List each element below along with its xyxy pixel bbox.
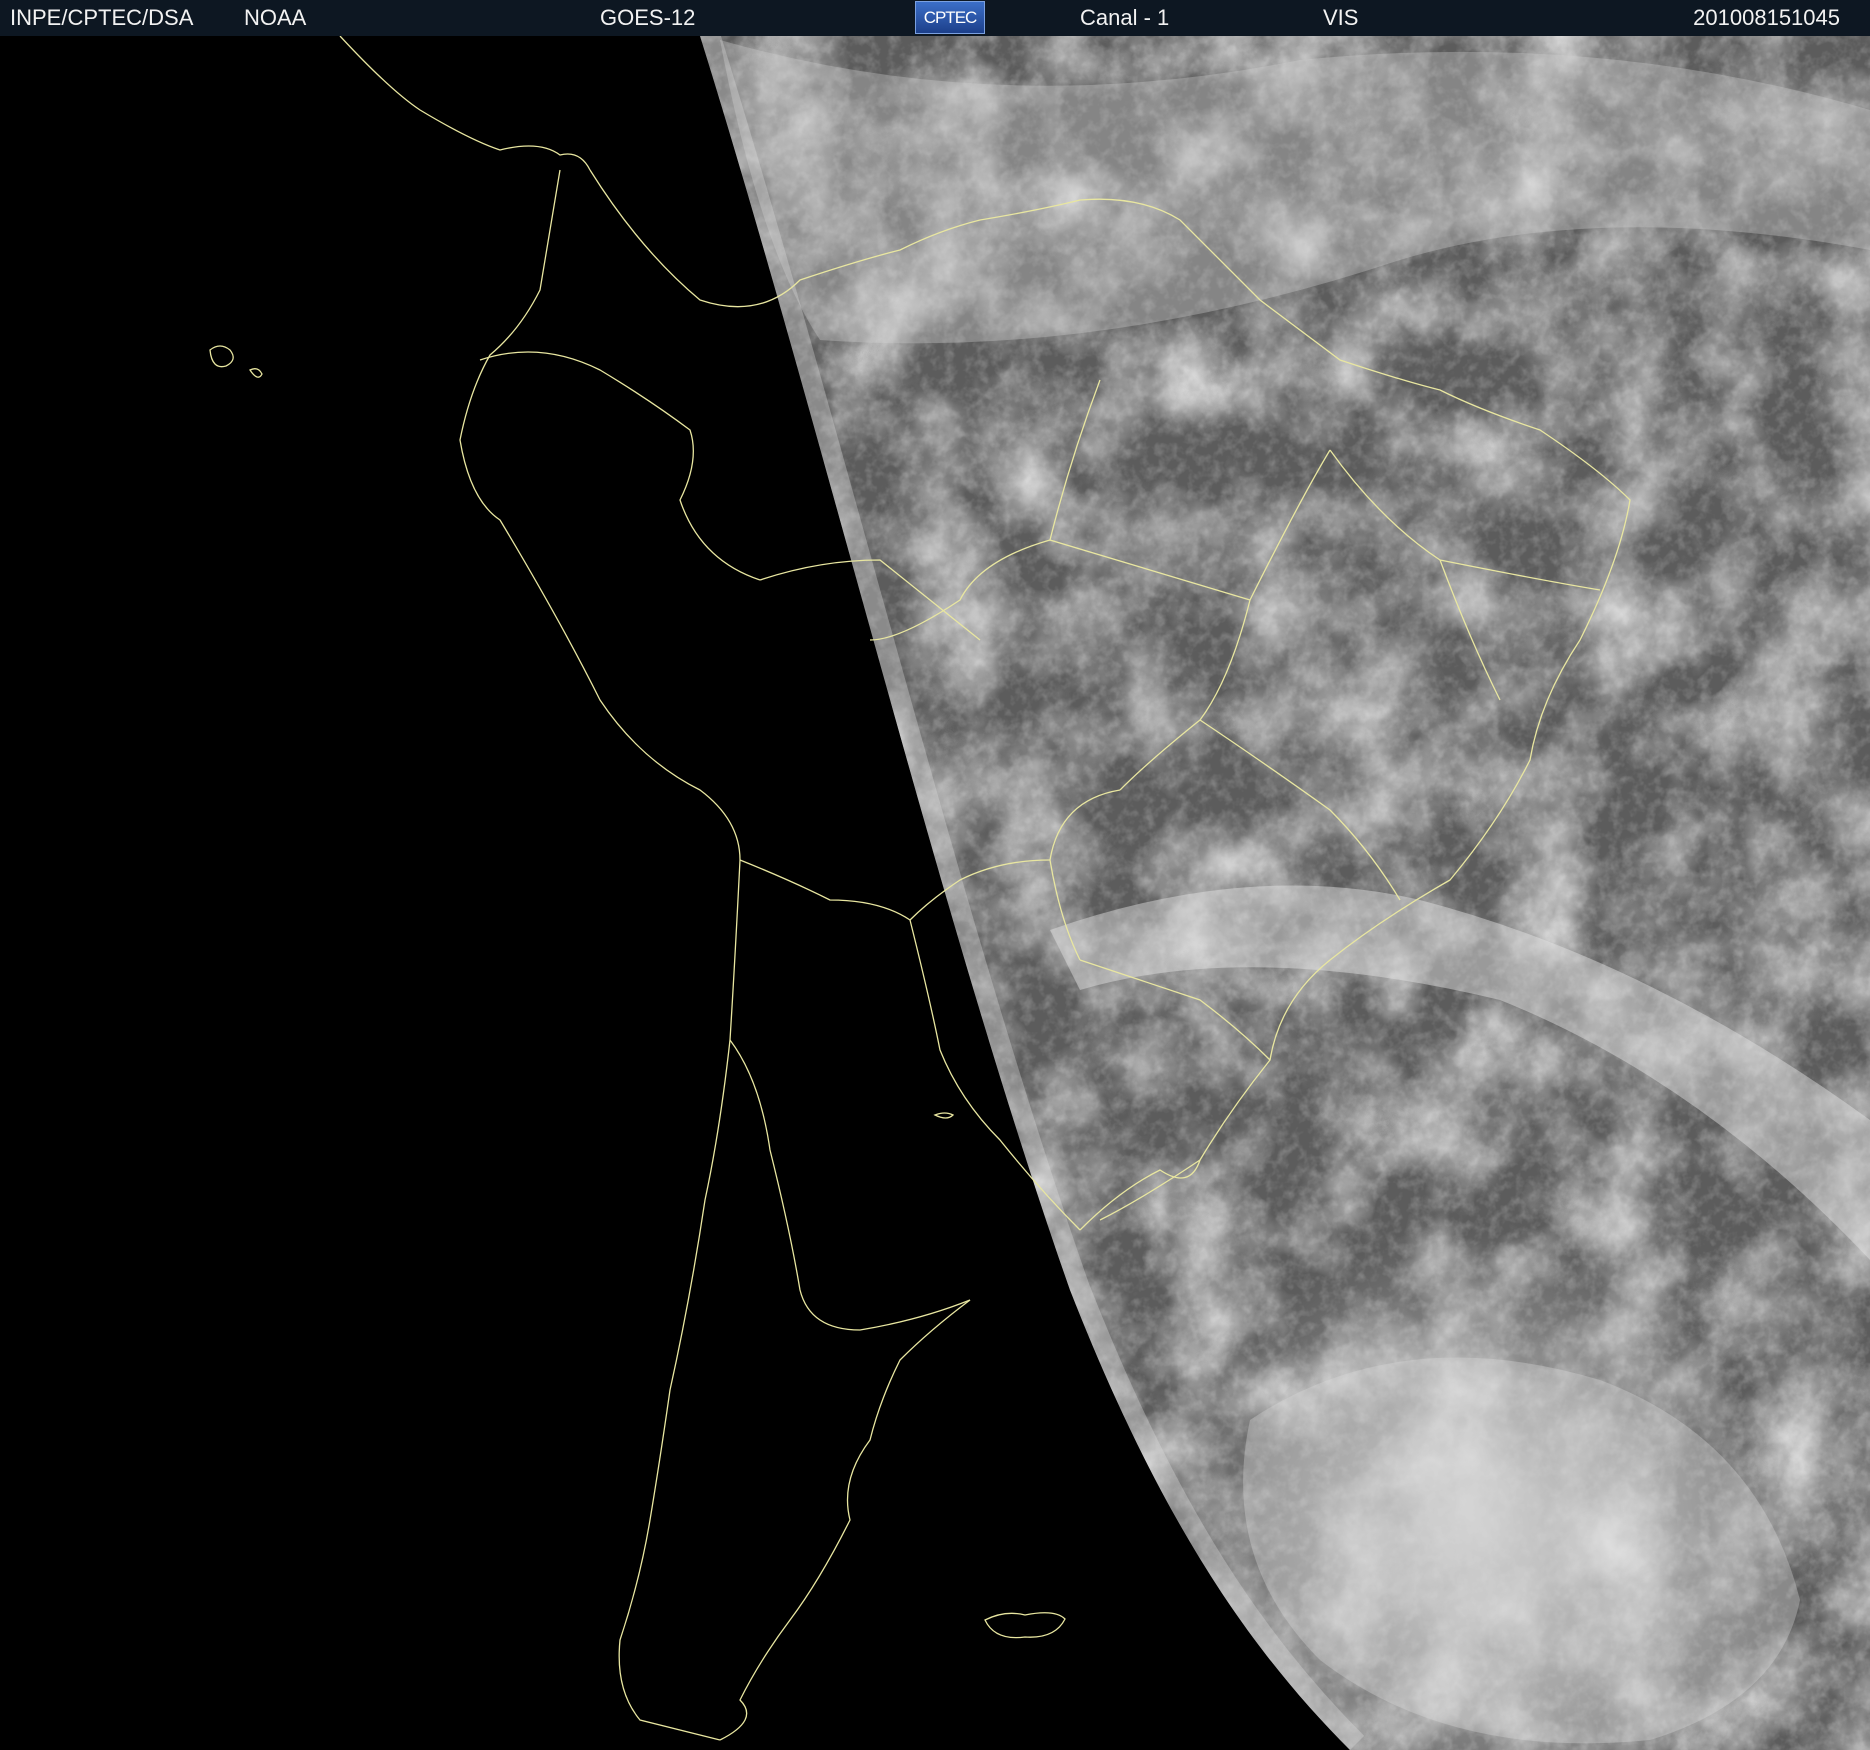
image-header-bar: INPE/CPTEC/DSA NOAA GOES-12 CPTEC Canal … [0, 0, 1870, 36]
timestamp-label: 201008151045 [1693, 5, 1840, 30]
channel-label: Canal - 1 [1080, 5, 1170, 30]
satellite-label: GOES-12 [600, 5, 696, 30]
organization-label: INPE/CPTEC/DSA [10, 5, 194, 30]
agency-label: NOAA [244, 5, 307, 30]
cptec-logo: CPTEC [915, 1, 985, 34]
satellite-image [0, 36, 1870, 1750]
band-label: VIS [1323, 5, 1359, 30]
